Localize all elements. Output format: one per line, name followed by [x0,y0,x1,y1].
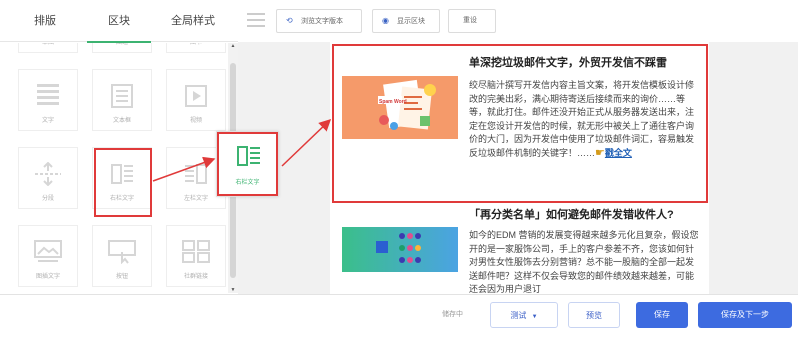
block-label: 单图 [41,43,54,46]
article-image-1: Spam Word [342,76,458,139]
block-image-card[interactable]: 图卡 [166,43,226,53]
preview-button[interactable]: 预览 [568,302,620,328]
block-label: 文字 [41,118,54,124]
footer-bar: 储存中 测试 ▼ 预览 保存 保存及下一步 [0,294,798,334]
dragged-block-right-column-text[interactable]: 右栏文字 [216,131,279,197]
save-button[interactable]: 保存 [636,302,688,328]
hand-pointer-icon: ☛ [595,146,605,159]
spam-illustration: Spam Word [378,79,436,130]
block-label: 文本框 [112,118,131,124]
eye-icon: ◉ [382,16,389,25]
browse-text-version-label: 浏览文字版本 [301,18,343,25]
save-and-next-button[interactable]: 保存及下一步 [698,302,792,328]
block-social-links[interactable]: 社群链接 [166,225,226,287]
article-title: 单深挖垃圾邮件文字，外贸开发信不踩雷 [469,57,667,69]
sidebar-tabs: 排版 区块 全局样式 [0,0,238,43]
dragged-block-label: 右栏文字 [235,180,260,186]
article-block-1[interactable]: Spam Word 单深挖垃圾邮件文字，外贸开发信不踩雷 绞尽脑汁撰写开发信内容… [332,44,708,203]
show-blocks-label: 显示区块 [397,18,425,25]
refresh-icon: ⟲ [286,16,293,25]
block-text[interactable]: 文字 [18,69,78,131]
block-text-box[interactable]: 文本框 [92,69,152,131]
image-caption: Spam Word [379,99,407,105]
image-text-icon [34,240,62,262]
text-lines-icon [37,84,59,105]
caret-down-icon: ▼ [531,314,538,320]
block-label: 社群链接 [183,274,208,280]
tab-global-style[interactable]: 全局样式 [158,0,228,42]
block-image-text[interactable]: 图插文字 [18,225,78,287]
button-block-icon [108,240,136,264]
reset-label: 重设 [463,17,477,24]
block-label: 图插文字 [35,274,60,280]
article-body-text: 绞尽脑汁撰写开发信内容主旨文案，将开发信模板设计修改的完美出彩，满心期待寄送后接… [469,80,695,158]
scroll-down-arrow-icon[interactable]: ▼ [228,287,238,293]
block-label: 图组 [115,43,128,46]
article-title: 「再分类名单」如何避免邮件发错收件人? [469,209,674,221]
read-more-link[interactable]: 戳全文 [605,148,632,158]
right-column-text-icon [237,146,260,166]
article-body: 绞尽脑汁撰写开发信内容主旨文案，将开发信模板设计修改的完美出彩，满心期待寄送后接… [469,79,702,160]
block-single-image[interactable]: 单图 [18,43,78,53]
article-image-2 [342,227,458,272]
block-label: 分段 [41,196,54,202]
block-image-group[interactable]: 图组 [92,43,152,53]
article-block-2[interactable]: 「再分类名单」如何避免邮件发错收件人? 如今的EDM 营销的发展变得越来越多元化… [334,200,706,294]
save-status: 储存中 [442,311,463,318]
reset-button[interactable]: 重设 [448,9,496,33]
scroll-up-arrow-icon[interactable]: ▲ [228,43,238,49]
test-button[interactable]: 测试 ▼ [490,302,558,328]
highlight-box-block [94,148,152,217]
show-blocks-button[interactable]: ◉ 显示区块 [372,9,440,33]
menu-icon[interactable] [247,13,265,27]
block-label: 按钮 [115,274,128,280]
block-label: 图卡 [189,43,202,46]
test-label: 测试 [510,311,527,320]
article-body: 如今的EDM 营销的发展变得越来越多元化且复杂，假设您开的是一家服饰公司，手上的… [469,230,699,294]
tab-layout[interactable]: 排版 [10,0,80,42]
tab-blocks[interactable]: 区块 [84,0,154,43]
block-button[interactable]: 按钮 [92,225,152,287]
divider-icon [35,162,61,186]
social-links-icon [182,240,210,263]
segmentation-illustration [376,233,421,263]
block-divider[interactable]: 分段 [18,147,78,209]
text-box-icon [111,84,133,108]
browse-text-version-button[interactable]: ⟲ 浏览文字版本 [276,9,362,33]
